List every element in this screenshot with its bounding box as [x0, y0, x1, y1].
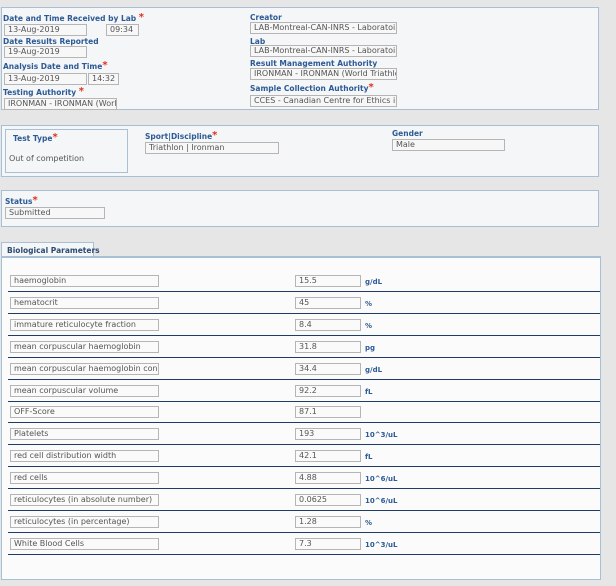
parameter-unit: fL	[365, 453, 373, 462]
parameter-name-field[interactable]: mean corpuscular haemoglobin	[10, 340, 159, 353]
sca-field[interactable]: CCES - Canadian Centre for Ethics in Spo…	[250, 95, 397, 107]
parameter-name-field[interactable]: immature reticulocyte fraction	[10, 318, 159, 331]
parameter-unit: 10^6/uL	[365, 475, 398, 484]
rma-label: Result Management Authority	[250, 59, 378, 68]
parameter-unit: g/dL	[365, 278, 383, 286]
parameter-unit: %	[365, 518, 373, 527]
parameter-row: mean corpuscular haemoglobin 31.8 pg	[8, 336, 600, 358]
parameter-unit: 10^6/uL	[365, 497, 398, 505]
testing-authority-field[interactable]: IRONMAN - IRONMAN (World Triathlon Corpo…	[4, 98, 117, 110]
parameter-row: mean corpuscular haemoglobin concentrati…	[8, 358, 600, 380]
sport-field[interactable]: Triathlon | Ironman	[145, 142, 279, 154]
creator-label: Creator	[250, 13, 282, 22]
status-field[interactable]: Submitted	[5, 207, 105, 219]
parameter-name-field[interactable]: mean corpuscular volume	[10, 384, 159, 397]
date-received-field[interactable]: 13-Aug-2019	[4, 24, 87, 36]
parameter-value-field[interactable]: 92.2	[295, 384, 361, 397]
parameter-value-field[interactable]: 4.88	[295, 472, 361, 485]
test-info-panel: Test Type* Out of competition Sport|Disc…	[1, 125, 599, 177]
gender-field[interactable]: Male	[392, 139, 505, 151]
parameter-row: immature reticulocyte fraction 8.4%	[8, 314, 600, 336]
parameter-row: OFF-Score 87.1	[8, 401, 600, 424]
test-type-label: Test Type*	[13, 132, 58, 144]
sample-info-panel: Date and Time Received by Lab * 13-Aug-2…	[1, 7, 599, 110]
parameter-unit: fL	[365, 387, 373, 396]
testing-authority-label: Testing Authority *	[3, 86, 84, 98]
parameter-name-field[interactable]: reticulocytes (in absolute number)	[10, 494, 159, 506]
date-results-field[interactable]: 19-Aug-2019	[4, 46, 87, 58]
parameter-value-field[interactable]: 0.0625	[295, 494, 361, 506]
analysis-datetime-label: Analysis Date and Time*	[3, 60, 108, 72]
parameter-row: reticulocytes (in percentage) 1.28%	[8, 511, 600, 533]
parameter-value-field[interactable]: 193	[295, 428, 361, 441]
parameter-value-field[interactable]: 7.3	[295, 537, 361, 550]
parameter-value-field[interactable]: 31.8	[295, 340, 361, 353]
parameter-row: mean corpuscular volume 92.2 fL	[8, 380, 600, 402]
date-results-label: Date Results Reported	[3, 37, 99, 46]
gender-label: Gender	[392, 129, 423, 138]
analysis-date-field[interactable]: 13-Aug-2019	[4, 73, 87, 85]
parameter-name-field[interactable]: reticulocytes (in percentage)	[10, 515, 159, 528]
parameter-row: reticulocytes (in absolute number) 0.0625…	[8, 489, 600, 511]
parameter-unit: %	[365, 299, 373, 308]
parameter-row: red cells 4.88 10^6/uL	[8, 467, 600, 490]
parameter-value-field[interactable]: 42.1	[295, 450, 361, 463]
parameter-name-field[interactable]: mean corpuscular haemoglobin concentrati…	[10, 362, 159, 375]
parameter-row: White Blood Cells 7.3 10^3/uL	[8, 533, 600, 555]
time-received-field[interactable]: 09:34	[106, 24, 139, 36]
creator-field[interactable]: LAB-Montreal-CAN-INRS - Laboratoire de c…	[250, 22, 397, 34]
parameter-value-field[interactable]: 1.28	[295, 515, 361, 528]
analysis-time-field[interactable]: 14:32	[88, 73, 119, 85]
biological-parameters-panel: haemoglobin 15.5 g/dL hematocrit 45% immature…	[1, 256, 601, 580]
status-label: Status*	[5, 195, 38, 207]
parameter-value-field[interactable]: 45	[295, 296, 361, 309]
parameter-value-field[interactable]: 34.4	[295, 362, 361, 375]
parameter-unit: %	[365, 321, 373, 330]
parameter-name-field[interactable]: red cells	[10, 472, 159, 485]
test-type-value: Out of competition	[9, 154, 85, 163]
parameter-row: hematocrit 45%	[8, 292, 600, 314]
sca-label: Sample Collection Authority*	[250, 82, 374, 94]
lab-field[interactable]: LAB-Montreal-CAN-INRS - Laboratoire de c…	[250, 45, 397, 57]
status-panel: Status* Submitted	[1, 190, 599, 227]
parameter-name-field[interactable]: red cell distribution width	[10, 450, 159, 463]
parameter-unit: 10^3/uL	[365, 431, 398, 440]
parameter-name-field[interactable]: OFF-Score	[10, 406, 159, 419]
date-received-label: Date and Time Received by Lab *	[3, 12, 145, 24]
tab-biological-parameters[interactable]: Biological Parameters	[1, 242, 100, 257]
parameter-row: haemoglobin 15.5 g/dL	[8, 270, 600, 292]
parameter-row: red cell distribution width 42.1 fL	[8, 445, 600, 468]
parameter-row: Platelets 193 10^3/uL	[8, 423, 600, 446]
parameter-name-field[interactable]: haemoglobin	[10, 275, 159, 287]
rma-field[interactable]: IRONMAN - IRONMAN (World Triathlon Corpo…	[250, 68, 397, 80]
parameter-value-field[interactable]: 8.4	[295, 318, 361, 331]
parameter-unit: g/dL	[365, 365, 383, 374]
parameter-unit: 10^3/uL	[365, 540, 398, 549]
parameter-value-field[interactable]: 87.1	[295, 406, 361, 419]
parameter-value-field[interactable]: 15.5	[295, 275, 361, 287]
parameter-unit: pg	[365, 343, 376, 352]
sport-label: Sport|Discipline*	[145, 130, 218, 142]
parameter-name-field[interactable]: White Blood Cells	[10, 537, 159, 550]
parameter-name-field[interactable]: Platelets	[10, 428, 159, 441]
parameter-name-field[interactable]: hematocrit	[10, 296, 159, 309]
